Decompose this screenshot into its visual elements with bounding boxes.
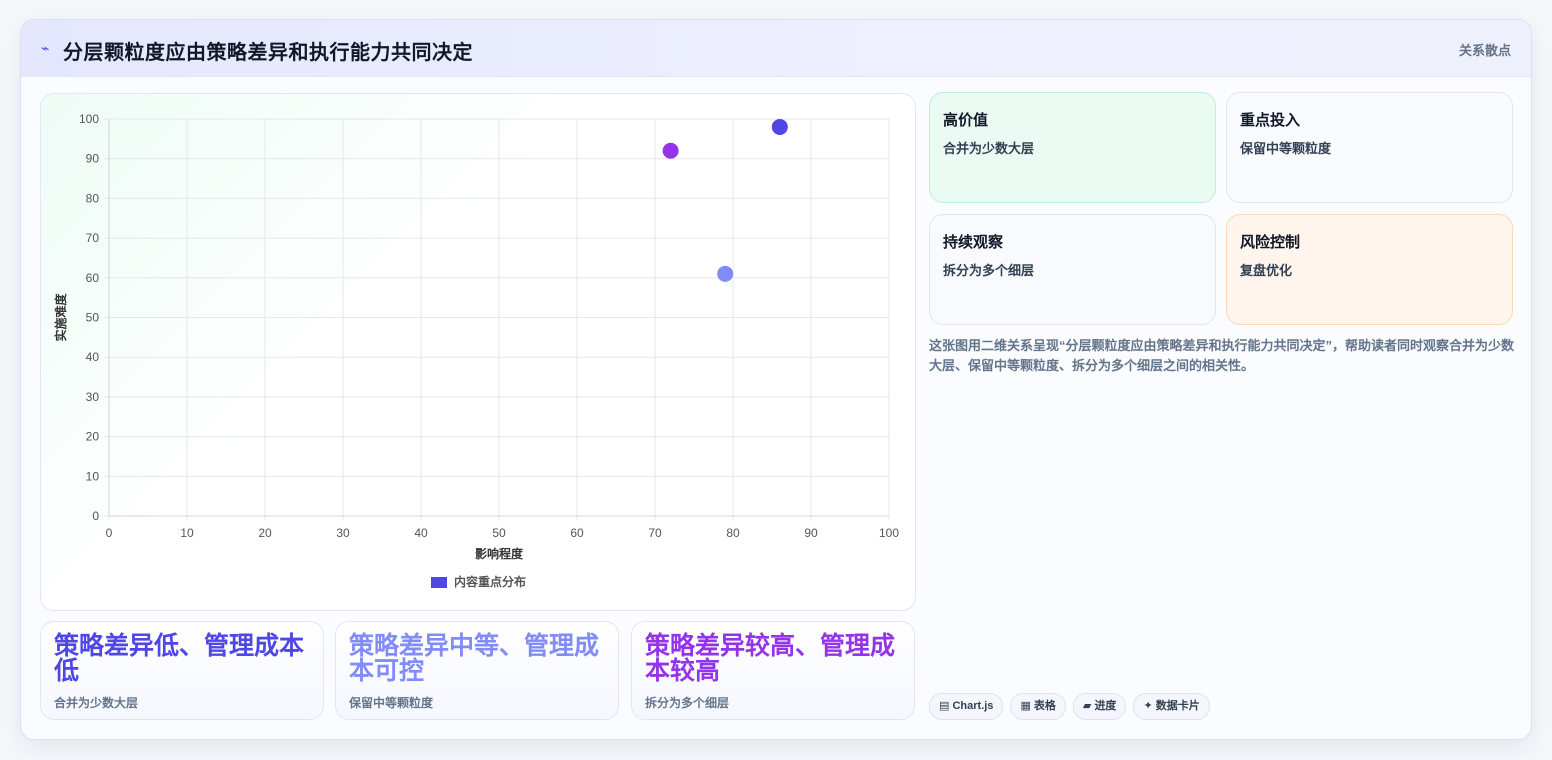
chip-label: 进度 [1094,700,1117,712]
stat-title: 策略差异较高、管理成本较高 [645,632,896,685]
chip-label: 数据卡片 [1155,700,1200,712]
chip-chartjs[interactable]: ▤ Chart.js [929,693,1004,720]
chip-data-card[interactable]: ✦ 数据卡片 [1133,693,1210,720]
chip-label: 表格 [1033,700,1056,712]
y-axis-title: 实施难度 [53,293,68,342]
y-tick-label: 0 [92,509,99,523]
stat-subtitle: 保留中等颗粒度 [349,696,434,710]
quadrant-watch: 持续观察 拆分为多个细层 [929,214,1216,325]
scatter-point [717,265,734,282]
quadrant-subtitle: 合并为少数大层 [943,141,1035,156]
stat-card-low: 策略差异低、管理成本低 合并为少数大层 [40,621,324,720]
chart-type-tag: 关系散点 [1458,43,1511,58]
x-tick-label: 0 [106,526,113,540]
quadrant-title: 持续观察 [943,234,1004,251]
x-tick-label: 80 [726,526,740,540]
quadrant-key-investment: 重点投入 保留中等颗粒度 [1226,92,1513,203]
x-tick-label: 40 [414,526,428,540]
table-icon: ▦ [1020,700,1031,712]
stat-subtitle: 合并为少数大层 [54,696,139,710]
x-tick-label: 60 [570,526,584,540]
chip-label: Chart.js [952,700,994,712]
x-tick-label: 20 [258,526,272,540]
stat-card-medium: 策略差异中等、管理成本可控 保留中等颗粒度 [335,621,619,720]
stat-subtitle: 拆分为多个细层 [645,696,730,710]
chip-table[interactable]: ▦ 表格 [1010,693,1066,720]
y-tick-label: 20 [86,430,100,444]
quadrant-risk-control: 风险控制 复盘优化 [1226,214,1513,325]
x-axis-title: 影响程度 [475,546,524,561]
legend-label: 内容重点分布 [454,574,526,589]
scatter-point [662,142,679,159]
x-tick-label: 70 [648,526,662,540]
lightning-icon: ⌁ [41,40,50,56]
chip-progress[interactable]: ▰ 进度 [1072,693,1127,720]
x-tick-label: 30 [336,526,350,540]
progress-icon: ▰ [1082,700,1092,712]
y-tick-label: 30 [86,390,100,404]
page-title: 分层颗粒度应由策略差异和执行能力共同决定 [63,42,473,64]
quadrant-title: 风险控制 [1240,234,1301,251]
quadrant-subtitle: 保留中等颗粒度 [1240,141,1332,156]
y-tick-label: 70 [86,231,100,245]
quadrant-subtitle: 复盘优化 [1240,263,1293,278]
x-tick-label: 90 [804,526,818,540]
stat-title: 策略差异中等、管理成本可控 [349,632,600,685]
x-tick-label: 100 [879,526,899,540]
scatter-chart: 0 10 20 30 40 50 60 70 80 90 100 0 10 20 30 40 50 60 70 80 9… [53,112,899,589]
quadrant-title: 高价值 [943,112,989,129]
legend-swatch [431,577,447,588]
feature-chips: ▤ Chart.js ▦ 表格 ▰ 进度 ✦ 数据卡片 [929,693,1217,720]
y-tick-label: 60 [86,271,100,285]
chart-description: 这张图用二维关系呈现“分层颗粒度应由策略差异和执行能力共同决定”，帮助读者同时观… [929,338,1515,373]
y-tick-label: 80 [86,191,100,205]
bar-chart-icon: ▤ [939,700,950,712]
scatter-point [771,118,788,135]
stat-card-high: 策略差异较高、管理成本较高 拆分为多个细层 [631,621,915,720]
y-tick-label: 50 [86,311,100,325]
quadrant-subtitle: 拆分为多个细层 [943,263,1035,278]
y-tick-label: 40 [86,350,100,364]
chart-panel: 0 10 20 30 40 50 60 70 80 90 100 0 10 20 30 40 50 60 70 80 9… [40,93,916,611]
main-card: ⌁ 分层颗粒度应由策略差异和执行能力共同决定 关系散点 0 10 20 30 40 50 6… [20,19,1532,740]
sparkle-icon: ✦ [1143,700,1153,712]
y-tick-label: 100 [79,112,99,126]
card-header: ⌁ 分层颗粒度应由策略差异和执行能力共同决定 关系散点 [21,20,1531,77]
quadrant-high-value: 高价值 合并为少数大层 [929,92,1216,203]
y-tick-label: 10 [86,469,100,483]
x-tick-label: 50 [492,526,506,540]
x-tick-label: 10 [180,526,194,540]
quadrant-title: 重点投入 [1240,112,1301,129]
stat-title: 策略差异低、管理成本低 [54,632,305,685]
y-tick-label: 90 [86,152,100,166]
